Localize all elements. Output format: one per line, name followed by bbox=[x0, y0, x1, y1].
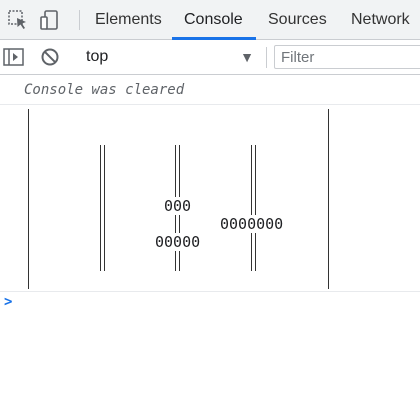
left-border-line bbox=[28, 109, 29, 289]
dropdown-arrow-icon: ▼ bbox=[240, 49, 254, 65]
context-selector[interactable]: top ▼ bbox=[78, 46, 258, 68]
sidebar-toggle-icon[interactable] bbox=[2, 45, 26, 69]
toolbar-divider bbox=[79, 10, 80, 30]
tab-console[interactable]: Console bbox=[184, 0, 243, 40]
tab-elements[interactable]: Elements bbox=[95, 0, 162, 40]
value-text-2: 0000000 bbox=[219, 215, 285, 233]
tab-network[interactable]: Network bbox=[351, 0, 410, 40]
console-output: 000 0000000 00000 bbox=[0, 105, 420, 292]
double-line-3 bbox=[251, 145, 256, 271]
toolbar-divider-2 bbox=[266, 47, 267, 68]
device-toggle-icon[interactable] bbox=[38, 8, 62, 32]
devtools-tabbar: Elements Console Sources Network bbox=[0, 0, 420, 40]
value-text-1: 000 bbox=[163, 197, 193, 215]
double-line-1 bbox=[100, 145, 105, 271]
console-cleared-message: Console was cleared bbox=[0, 75, 420, 105]
console-area: Console was cleared 000 0000000 00000 > bbox=[0, 75, 420, 400]
right-border-line bbox=[328, 109, 329, 289]
context-value: top bbox=[86, 48, 109, 65]
clear-console-icon[interactable] bbox=[38, 45, 62, 69]
filter-input[interactable] bbox=[274, 45, 420, 69]
element-picker-icon[interactable] bbox=[6, 8, 30, 32]
console-toolbar: top ▼ bbox=[0, 40, 420, 75]
value-text-3: 00000 bbox=[154, 233, 202, 251]
tab-sources[interactable]: Sources bbox=[268, 0, 327, 40]
console-prompt-icon[interactable]: > bbox=[4, 294, 12, 310]
